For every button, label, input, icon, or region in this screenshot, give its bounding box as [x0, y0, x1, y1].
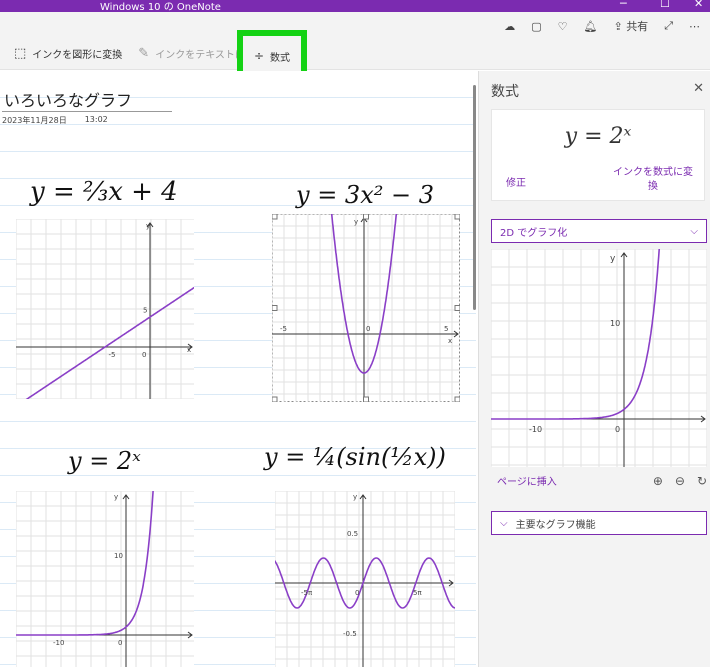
graph-features-label: 主要なグラフ機能	[515, 519, 596, 531]
title-bar: Windows 10 の OneNote ─ ☐ ✕	[0, 0, 710, 13]
notebook-icon[interactable]: ▢	[531, 20, 541, 33]
share-icon: ⇪	[613, 19, 623, 33]
y-axis-label: y	[354, 218, 358, 226]
graph-2[interactable]: y x -5 0 5	[272, 214, 460, 402]
ribbon: ⬚ インクを図形に変換 ✎ インクをテキストに変換	[14, 46, 265, 61]
page-title[interactable]: いろいろなグラフ	[4, 87, 132, 111]
y-axis-label: y	[610, 254, 616, 264]
handwritten-equation-3[interactable]: y = 2ˣ	[68, 447, 141, 475]
ink-to-shape-button[interactable]: ⬚ インクを図形に変換	[14, 46, 122, 61]
share-button[interactable]: ⇪ 共有	[613, 18, 648, 34]
x-tick-label: 0	[118, 639, 122, 647]
bell-icon[interactable]: 🔔︎	[584, 20, 598, 33]
math-label: 数式	[270, 52, 291, 64]
math-pane: 数式 ✕ y = 2ˣ 修正 インクを数式に変換 2D でグラフ化 ⌵ y -10…	[478, 71, 710, 667]
y-tick-label: 5	[143, 307, 147, 315]
y-axis-label: y	[146, 222, 150, 230]
series-line	[25, 286, 194, 399]
convert-ink-link[interactable]: インクを数式に変換	[610, 166, 696, 194]
note-canvas[interactable]: いろいろなグラフ 2023年11月28日 13:02 y = ⅔x + 4 y …	[0, 71, 476, 667]
chevron-down-icon: ⌵	[500, 517, 508, 529]
feed-icon[interactable]: ☁	[504, 20, 515, 33]
maximize-icon[interactable]: ☐	[660, 0, 670, 10]
close-window-icon[interactable]: ✕	[694, 0, 703, 10]
handwritten-equation-4[interactable]: y = ¼(sin(½x))	[264, 443, 446, 471]
x-tick-label: -5	[280, 325, 287, 333]
x-tick-label: -5π	[301, 589, 313, 597]
x-tick-label: 0	[355, 589, 359, 597]
resize-handle	[272, 396, 278, 402]
x-axis-label: x	[448, 337, 452, 345]
x-tick-label: 5	[444, 325, 448, 333]
lightbulb-icon[interactable]: ♡	[558, 20, 568, 33]
pane-graph[interactable]: y -10 0 10	[491, 249, 707, 467]
page-time-value: 13:02	[84, 115, 108, 124]
x-tick-label: 0	[615, 425, 620, 434]
close-icon[interactable]: ✕	[693, 81, 704, 96]
chevron-down-icon: ⌵	[690, 225, 698, 237]
refresh-icon[interactable]: ↻	[697, 474, 707, 488]
x-tick-label: -10	[529, 425, 542, 434]
zoom-in-icon[interactable]: ⊕	[653, 474, 663, 488]
more-icon[interactable]: ⋯	[689, 20, 700, 33]
title-underline	[2, 111, 172, 112]
minimize-icon[interactable]: ─	[620, 0, 627, 10]
y-tick-label: 0.5	[347, 530, 358, 538]
page-date-value: 2023年11月28日	[2, 116, 67, 125]
edit-link[interactable]: 修正	[506, 174, 526, 189]
vertical-scrollbar[interactable]	[473, 85, 476, 310]
x-axis-label: x	[187, 346, 191, 354]
handwritten-equation-2[interactable]: y = 3x² − 3	[296, 181, 434, 209]
pane-actions: ページに挿入 ⊕ ⊖ ↻	[497, 473, 707, 489]
resize-handle	[363, 214, 369, 220]
ink-to-shape-label: インクを図形に変換	[32, 50, 123, 61]
zoom-out-icon[interactable]: ⊖	[675, 474, 685, 488]
x-tick-label: -5	[109, 351, 116, 359]
y-axis-label: y	[353, 493, 357, 501]
graph-tools: ⊕ ⊖ ↻	[653, 474, 707, 488]
y-tick-label: -0.5	[343, 630, 357, 638]
resize-handle	[272, 214, 278, 220]
insert-to-page-link[interactable]: ページに挿入	[497, 473, 557, 488]
formula-card: y = 2ˣ 修正 インクを数式に変換	[491, 109, 705, 201]
graph-features-expander[interactable]: ⌵ 主要なグラフ機能	[491, 511, 707, 535]
graph-mode-dropdown[interactable]: 2D でグラフ化 ⌵	[491, 219, 707, 243]
math-icon: ÷	[253, 49, 265, 63]
text-convert-icon: ✎	[138, 46, 150, 61]
y-axis-label: y	[114, 493, 118, 501]
x-tick-label: 0	[366, 325, 370, 333]
top-bar: ☁ ▢ ♡ 🔔︎ ⇪ 共有 ⤢ ⋯ ⬚ インクを図形に変換 ✎ インクをテキスト…	[0, 12, 710, 70]
formula-display: y = 2ˣ	[564, 124, 632, 149]
expand-icon[interactable]: ⤢	[664, 19, 673, 33]
selection-box	[272, 214, 460, 402]
resize-handle	[454, 396, 460, 402]
share-label: 共有	[626, 20, 649, 33]
x-tick-label: 0	[142, 351, 146, 359]
resize-handle	[454, 305, 460, 311]
resize-handle	[454, 214, 460, 220]
page-date: 2023年11月28日 13:02	[2, 115, 108, 126]
resize-handle	[272, 305, 278, 311]
graph-3[interactable]: y -10 0 10	[16, 491, 194, 667]
y-tick-label: 10	[114, 552, 123, 560]
graph-1[interactable]: y x -5 0 5	[16, 219, 194, 399]
series-line	[16, 491, 154, 636]
y-tick-label: 10	[610, 319, 620, 328]
pane-title: 数式	[491, 84, 519, 100]
resize-handle	[363, 396, 369, 402]
x-tick-label: -10	[53, 639, 64, 647]
handwritten-equation-1[interactable]: y = ⅔x + 4	[30, 177, 178, 207]
graph-mode-label: 2D でグラフ化	[500, 227, 568, 239]
top-icons: ☁ ▢ ♡ 🔔︎ ⇪ 共有 ⤢ ⋯	[504, 18, 700, 34]
graph-4[interactable]: y -5π 0 5π 0.5 -0.5	[275, 491, 455, 667]
shape-icon: ⬚	[14, 46, 27, 61]
x-tick-label: 5π	[413, 589, 422, 597]
